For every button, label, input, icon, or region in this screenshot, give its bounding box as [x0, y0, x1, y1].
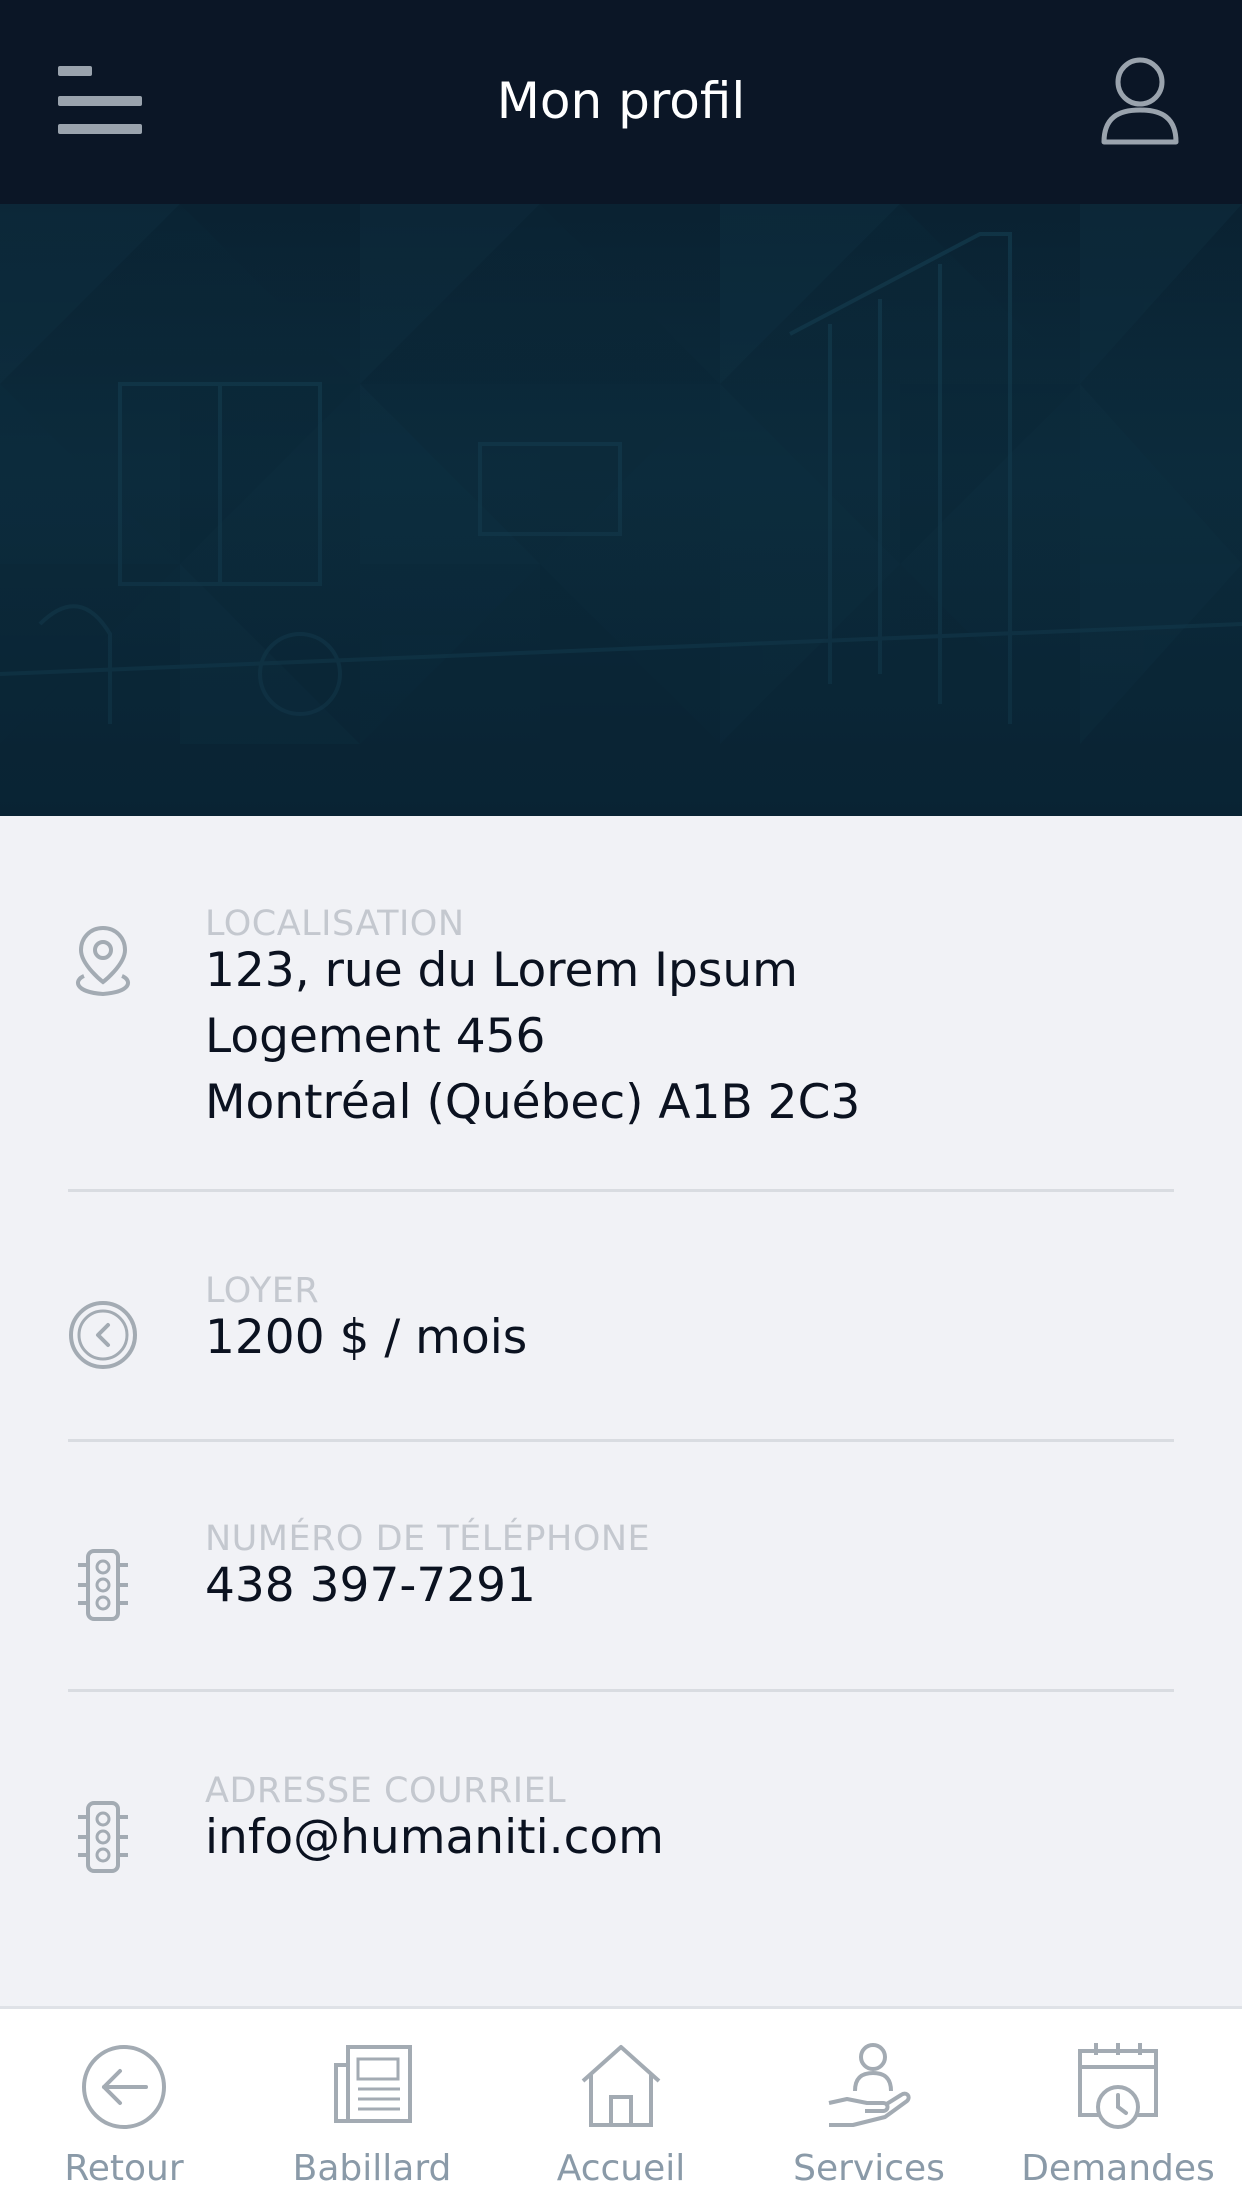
divider — [68, 1439, 1174, 1442]
email-value[interactable]: info@humaniti.com — [205, 1805, 664, 1871]
nav-item-babillard[interactable]: Babillard — [248, 2009, 496, 2208]
rent-item: LOYER 1200 $ / mois — [68, 1271, 1174, 1381]
nav-label-accueil: Accueil — [556, 2148, 686, 2189]
phone-device-icon — [78, 1549, 128, 1621]
calendar-clock-icon — [1078, 2043, 1158, 2129]
bottom-navigation: Retour Babillard Accueil Services Demand… — [0, 2006, 1242, 2208]
nav-label-demandes: Demandes — [1021, 2148, 1215, 2189]
home-icon — [581, 2045, 661, 2127]
location-line2: Logement 456 — [205, 1009, 546, 1064]
top-header: Mon profil — [0, 0, 1242, 204]
profile-banner-image — [0, 204, 1242, 816]
nav-item-services[interactable]: Services — [745, 2009, 993, 2208]
email-device-icon — [78, 1801, 128, 1873]
phone-value[interactable]: 438 397-7291 — [205, 1553, 536, 1619]
apartment-interior-banner — [0, 204, 1242, 816]
newspaper-icon — [334, 2045, 412, 2123]
location-line3: Montréal (Québec) A1B 2C3 — [205, 1075, 861, 1130]
nav-item-demandes[interactable]: Demandes — [994, 2009, 1242, 2208]
nav-item-retour[interactable]: Retour — [0, 2009, 248, 2208]
app-screen: Mon profil LOCALISATION 123, rue du Lore… — [0, 0, 1242, 2208]
back-arrow-icon — [82, 2045, 166, 2129]
user-profile-icon — [1101, 57, 1179, 145]
page-title: Mon profil — [496, 72, 746, 130]
rent-value: 1200 $ / mois — [205, 1310, 528, 1365]
map-pin-icon — [76, 925, 130, 997]
nav-label-services: Services — [793, 2148, 945, 2189]
profile-button[interactable] — [1094, 52, 1186, 152]
email-item: ADRESSE COURRIEL info@humaniti.com — [68, 1771, 1174, 1881]
divider — [68, 1689, 1174, 1692]
divider — [68, 1189, 1174, 1192]
nav-label-retour: Retour — [64, 2148, 184, 2189]
nav-label-babillard: Babillard — [292, 2148, 452, 2189]
phone-item: NUMÉRO DE TÉLÉPHONE 438 397-7291 — [68, 1519, 1174, 1629]
location-item: LOCALISATION 123, rue du Lorem Ipsum Log… — [68, 894, 1174, 1130]
nav-item-accueil[interactable]: Accueil — [497, 2009, 745, 2208]
service-hand-icon — [828, 2043, 911, 2127]
location-line1: 123, rue du Lorem Ipsum — [205, 943, 798, 998]
coin-icon — [69, 1301, 137, 1369]
